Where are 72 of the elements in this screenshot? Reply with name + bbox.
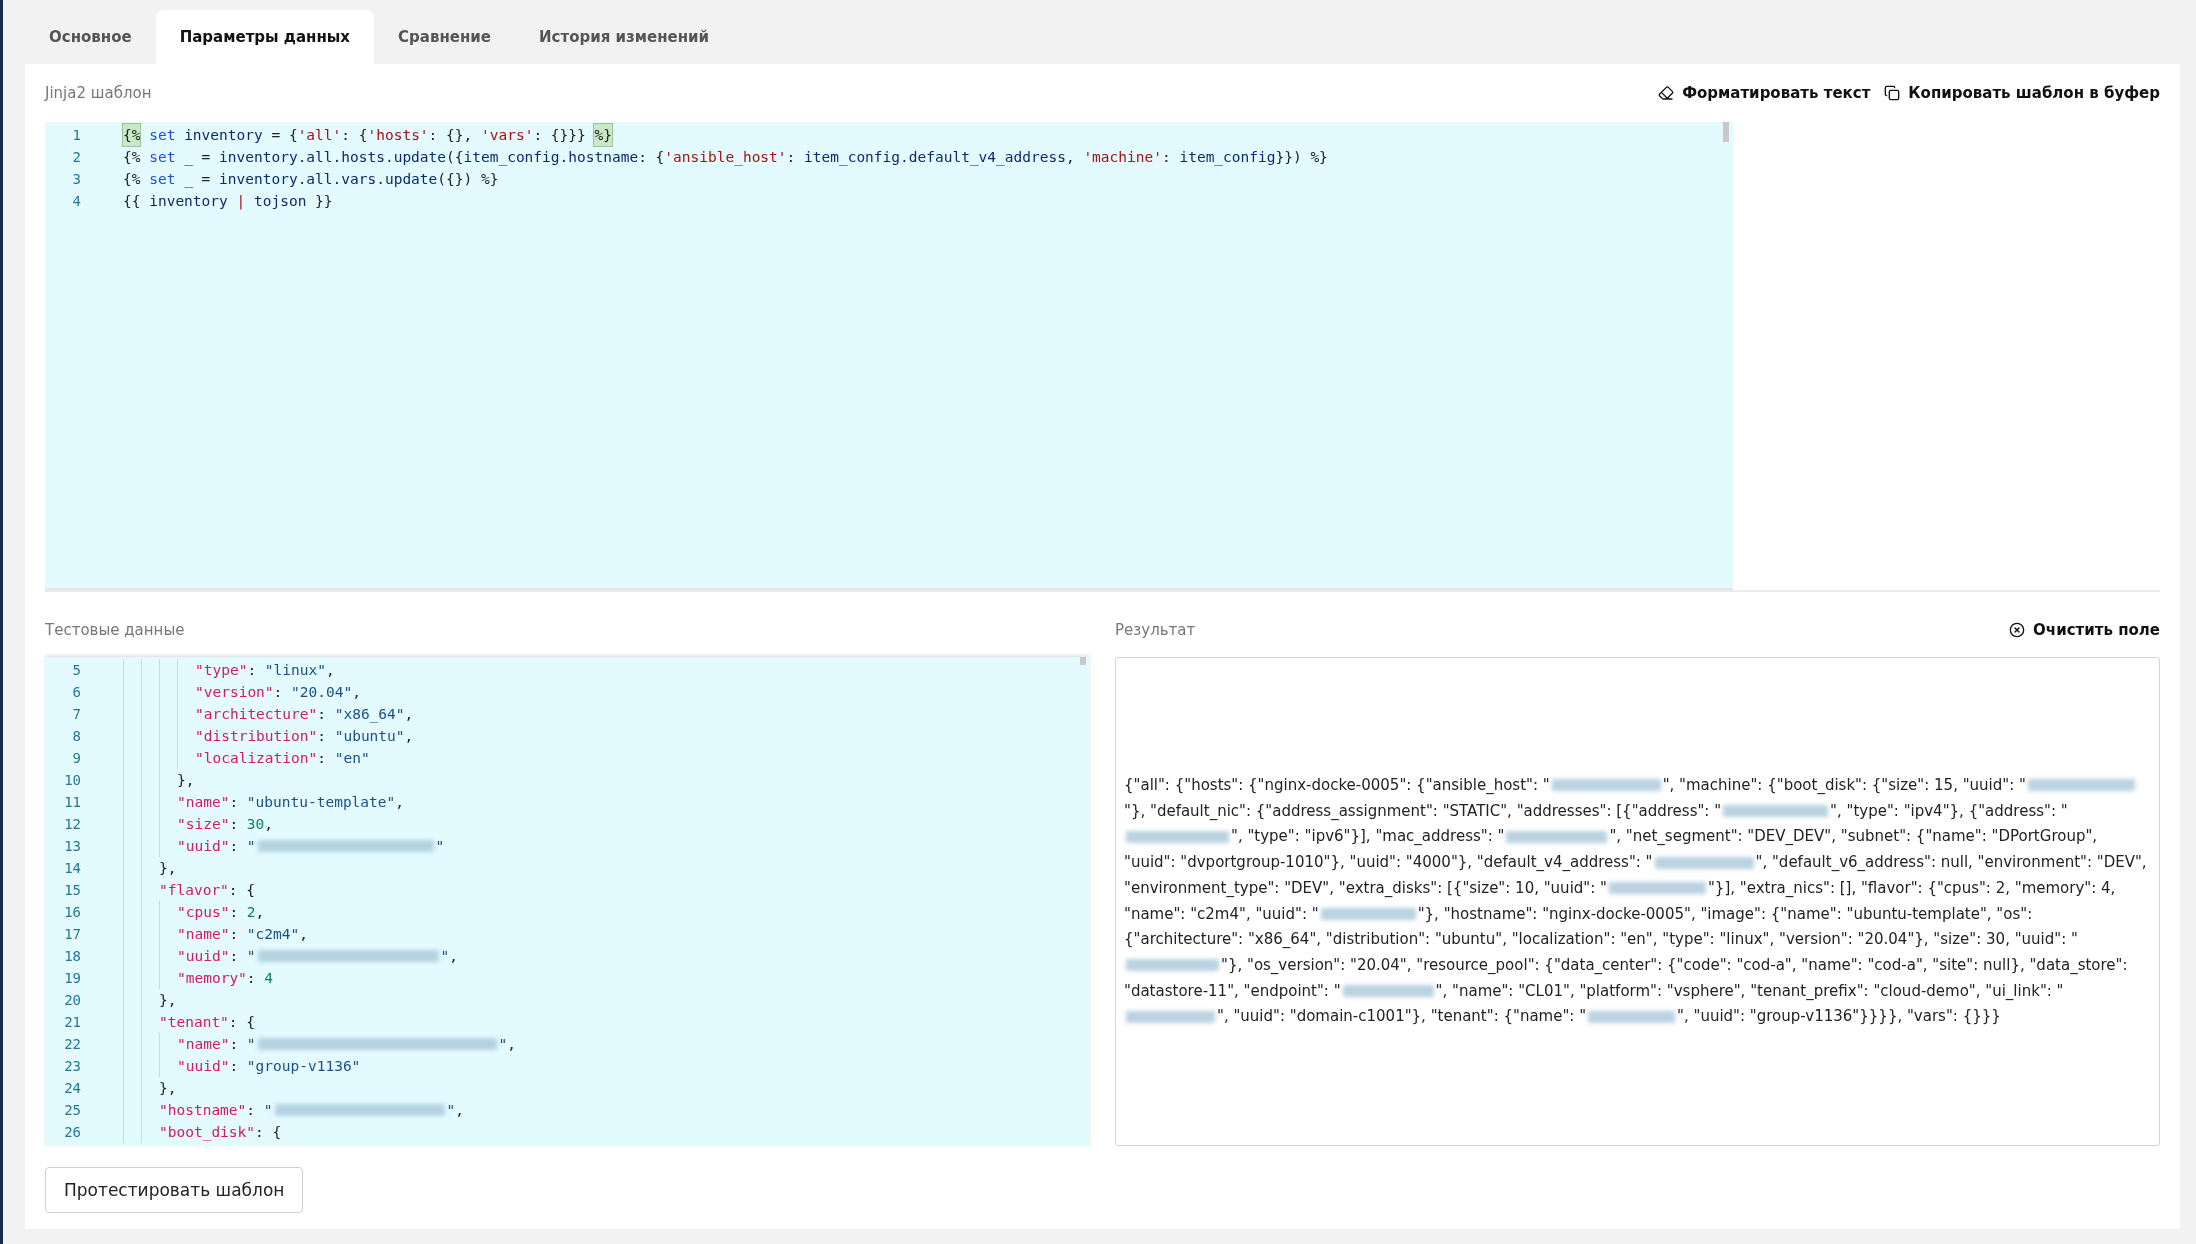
test-template-button[interactable]: Протестировать шаблон xyxy=(45,1167,304,1213)
code-line: "hostname": " ", xyxy=(123,1099,464,1121)
line-number: 24 xyxy=(63,1079,82,1098)
line-number: 15 xyxy=(63,881,82,900)
tab[interactable]: Основное xyxy=(25,10,156,64)
code-line: {% set inventory = {'all': {'hosts': {}, 'vars': {}}} %} xyxy=(123,124,612,146)
code-line: "type": "linux", xyxy=(123,659,335,681)
code-line: "uuid": " ", xyxy=(123,945,459,967)
line-number: 17 xyxy=(63,925,82,944)
code-line: "size": 30, xyxy=(123,813,274,835)
line-number: 10 xyxy=(63,771,82,790)
section-label: Результат xyxy=(1115,620,1196,639)
scrollbar-thumb[interactable] xyxy=(1080,657,1086,665)
code-line: }, xyxy=(123,989,177,1011)
copy-icon xyxy=(1884,85,1901,101)
code-line: "cpus": 2, xyxy=(123,901,265,923)
close-circle-icon xyxy=(2009,621,2026,638)
code-line: "uuid": "group-v1136" xyxy=(123,1055,361,1077)
line-number: 26 xyxy=(63,1123,82,1142)
line-number: 13 xyxy=(63,837,82,856)
line-number: 16 xyxy=(63,903,82,922)
scrollbar-thumb[interactable] xyxy=(1723,122,1729,142)
line-number: 18 xyxy=(63,947,82,966)
line-number: 14 xyxy=(63,859,82,878)
code-line: "name": " ", xyxy=(123,1033,517,1055)
code-line: "tenant": { xyxy=(123,1011,256,1033)
section-label: Jinja2 шаблон xyxy=(45,84,152,102)
code-line: {{ inventory | tojson }} xyxy=(123,192,333,212)
line-number: 5 xyxy=(71,661,82,680)
result-text: {"all": {"hosts": {"nginx-docke-0005": {"ansible_host": " ", "machine": {"boot_disk": {"size": 15, "uuid": " "}, "default_nic": {"address_assignment": "STATIC", "addresses": [{"address": " ", "type": "ipv4"}, {"address": " ", "type": "ipv6"}], "mac_address": " ", "net_segment": "DEV_DEV", "subnet": {"name": "DPortGroup", "uuid": "dvportgroup-1010"}, "uuid": "4000"}, "default_v4_address": " ", "default_v6_address": null, "environment": "DEV", "environment_type": "DEV", "extra_disks": [{"size": 10, "uuid": " "}], "extra_nics": [], "flavor": {"cpus": 2, "memory": 4, "name": "c2m4", "uuid": " "}, "hostname": "nginx-docke-0005", "image": {"name": "ubuntu-template", "os": {"architecture": "x86_64", "distribution": "ubuntu", "localization": "en", "type": "linux", "version": "20.04"}, "size": 30, "uuid": " "}, "os_version": "20.04", "resource_pool": {"data_center": {"code": "cod-a", "name": "cod-a", "site": null}, "data_store": "datastore-11", "endpoint": " ", "name": "CL01", "platform": "vsphere", "tenant_prefix": "cloud-demo", "ui_link": " ", "uuid": "domain-c1001"}, "tenant": {"name": " ", "uuid": "group-v1136"}}}}, "vars": {}}} xyxy=(1124,775,2148,1028)
code-line: }, xyxy=(123,857,177,879)
line-number: 11 xyxy=(63,793,82,812)
result-field[interactable] xyxy=(1115,657,2160,1146)
format-button[interactable]: Форматировать текст xyxy=(1658,84,1871,102)
line-number: 2 xyxy=(71,148,82,167)
code-line: }, xyxy=(123,769,195,791)
code-line: "boot_disk": { xyxy=(123,1121,282,1143)
clear-button[interactable]: Очистить поле xyxy=(2009,620,2160,639)
code-line: "distribution": "ubuntu", xyxy=(123,725,414,747)
code-line: "uuid": " " xyxy=(123,835,445,857)
line-number: 25 xyxy=(63,1101,82,1120)
code-line: "memory": 4 xyxy=(123,967,274,989)
code-line: {% set _ = inventory.all.vars.update({}) %} xyxy=(123,170,499,190)
line-number: 8 xyxy=(71,727,82,746)
line-number: 9 xyxy=(71,749,82,768)
code-line: {% set _ = inventory.all.hosts.update({item_config.hostname: {'ansible_host': item_config.default_v4_address, 'machine': item_config}}) %} xyxy=(123,148,1328,168)
line-number: 7 xyxy=(71,705,82,724)
code-line: "flavor": { xyxy=(123,879,256,901)
line-number: 4 xyxy=(71,192,82,211)
tab[interactable]: История изменений xyxy=(515,10,734,64)
line-number: 22 xyxy=(63,1035,82,1054)
code-line: "name": "ubuntu-template", xyxy=(123,791,404,813)
line-number: 6 xyxy=(71,683,82,702)
eraser-icon xyxy=(1658,85,1675,101)
line-number: 3 xyxy=(71,170,82,189)
code-line: "name": "c2m4", xyxy=(123,923,308,945)
line-number: 23 xyxy=(63,1057,82,1076)
tab[interactable]: Параметры данных xyxy=(155,10,375,64)
line-number: 19 xyxy=(63,969,82,988)
code-line: }, xyxy=(123,1077,177,1099)
line-number: 21 xyxy=(63,1013,82,1032)
line-number: 1 xyxy=(71,126,82,145)
code-line: "localization": "en" xyxy=(123,747,370,769)
line-number: 20 xyxy=(63,991,82,1010)
tab[interactable]: Сравнение xyxy=(374,10,515,64)
code-line: "version": "20.04", xyxy=(123,681,361,703)
section-label: Тестовые данные xyxy=(45,620,185,639)
code-line: "architecture": "x86_64", xyxy=(123,703,414,725)
line-number: 12 xyxy=(63,815,82,834)
copy-button[interactable]: Копировать шаблон в буфер xyxy=(1884,84,2160,102)
template-editor[interactable] xyxy=(45,122,1733,590)
test-data-editor[interactable] xyxy=(45,657,1090,1146)
